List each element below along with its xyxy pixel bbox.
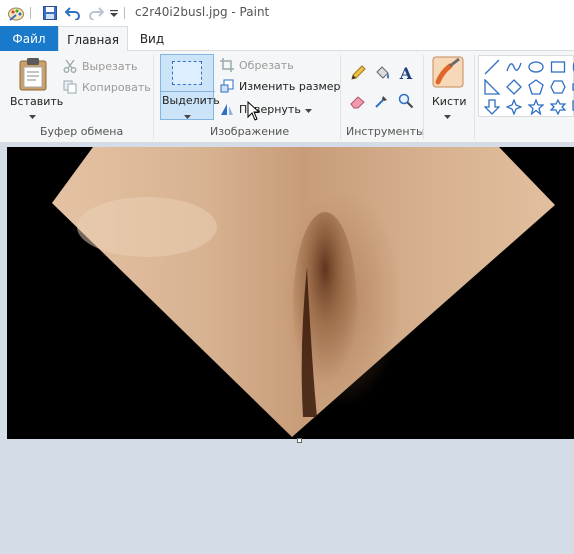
- rotate-dropdown-icon: [304, 103, 312, 116]
- canvas-resize-handle[interactable]: [297, 438, 302, 443]
- tools-group-label: Инструменты: [346, 125, 425, 138]
- rectangle-icon[interactable]: [548, 57, 568, 77]
- group-separator: [153, 55, 154, 139]
- curve-icon[interactable]: [504, 57, 524, 77]
- pentagon-icon[interactable]: [526, 77, 546, 97]
- oval-icon[interactable]: [526, 57, 546, 77]
- group-separator: [340, 55, 341, 139]
- rotate-button[interactable]: Повернуть: [219, 99, 312, 119]
- select-dropdown-icon: [184, 109, 191, 122]
- pencil-icon[interactable]: [348, 63, 368, 83]
- brushes-dropdown-icon: [444, 109, 451, 122]
- canvas-image: [7, 147, 574, 439]
- select-button[interactable]: Выделить: [160, 54, 220, 122]
- tab-view[interactable]: Вид: [128, 26, 176, 51]
- save-icon[interactable]: [40, 4, 60, 22]
- crop-label: Обрезать: [239, 58, 294, 72]
- brushes-label: Кисти: [432, 95, 467, 108]
- image-canvas[interactable]: [7, 147, 574, 439]
- copy-icon: [62, 79, 78, 95]
- eraser-icon[interactable]: [348, 91, 368, 111]
- paste-button[interactable]: Вставить: [10, 53, 63, 122]
- triangle-icon[interactable]: [482, 77, 502, 97]
- arrow-right-icon[interactable]: [570, 77, 574, 97]
- paste-label: Вставить: [10, 95, 64, 108]
- clipboard-group-label: Буфер обмена: [40, 125, 124, 138]
- cut-label: Вырезать: [82, 59, 138, 73]
- title-bar: c2r40i2busl.jpg - Paint: [0, 0, 574, 26]
- qa-separator: [30, 7, 31, 19]
- tab-home[interactable]: Главная: [58, 26, 128, 52]
- color-picker-icon[interactable]: [372, 91, 392, 111]
- text-icon[interactable]: A: [396, 63, 416, 83]
- paint-app-icon[interactable]: [6, 4, 26, 22]
- star6-icon[interactable]: [548, 97, 568, 117]
- window-title: c2r40i2busl.jpg - Paint: [135, 5, 270, 19]
- tab-file[interactable]: Файл: [0, 26, 58, 51]
- line-icon[interactable]: [482, 57, 502, 77]
- copy-label: Копировать: [82, 80, 151, 94]
- resize-label: Изменить размер: [239, 79, 341, 93]
- diamond-icon[interactable]: [504, 77, 524, 97]
- qa-separator: [124, 7, 125, 19]
- ribbon: Вставить Вырезать Копировать Буфер обмен…: [0, 51, 574, 143]
- fill-icon[interactable]: [372, 63, 392, 83]
- rotate-icon: [219, 101, 235, 117]
- magnifier-icon[interactable]: [396, 91, 416, 111]
- redo-icon[interactable]: [86, 4, 106, 22]
- shapes-gallery: [478, 55, 574, 117]
- select-rectangle-icon: [172, 61, 202, 85]
- group-separator: [423, 55, 424, 139]
- mouse-cursor-icon: [247, 100, 261, 124]
- select-label: Выделить: [162, 94, 220, 107]
- resize-icon: [219, 78, 235, 94]
- group-separator: [474, 55, 475, 139]
- copy-button[interactable]: Копировать: [62, 77, 151, 97]
- rounded-rectangle-icon[interactable]: [570, 57, 574, 77]
- arrow-down-icon[interactable]: [482, 97, 502, 117]
- ribbon-tab-strip: Файл Главная Вид: [0, 26, 574, 52]
- hexagon-icon[interactable]: [548, 77, 568, 97]
- select-split-line: [161, 91, 215, 92]
- crop-button[interactable]: Обрезать: [219, 55, 294, 75]
- cut-button[interactable]: Вырезать: [62, 56, 137, 76]
- star4-icon[interactable]: [504, 97, 524, 117]
- brushes-button[interactable]: Кисти: [428, 53, 468, 121]
- crop-icon: [219, 57, 235, 73]
- undo-icon[interactable]: [63, 4, 83, 22]
- resize-button[interactable]: Изменить размер: [219, 76, 341, 96]
- brush-icon: [432, 56, 464, 91]
- star5-icon[interactable]: [526, 97, 546, 117]
- paste-icon: [19, 57, 47, 94]
- image-group-label: Изображение: [210, 125, 290, 138]
- scissors-icon: [62, 58, 78, 74]
- paste-dropdown-icon: [29, 109, 36, 122]
- callout-icon[interactable]: [570, 97, 574, 117]
- customize-qa-chevron-icon[interactable]: [108, 4, 120, 22]
- workspace: [0, 143, 574, 554]
